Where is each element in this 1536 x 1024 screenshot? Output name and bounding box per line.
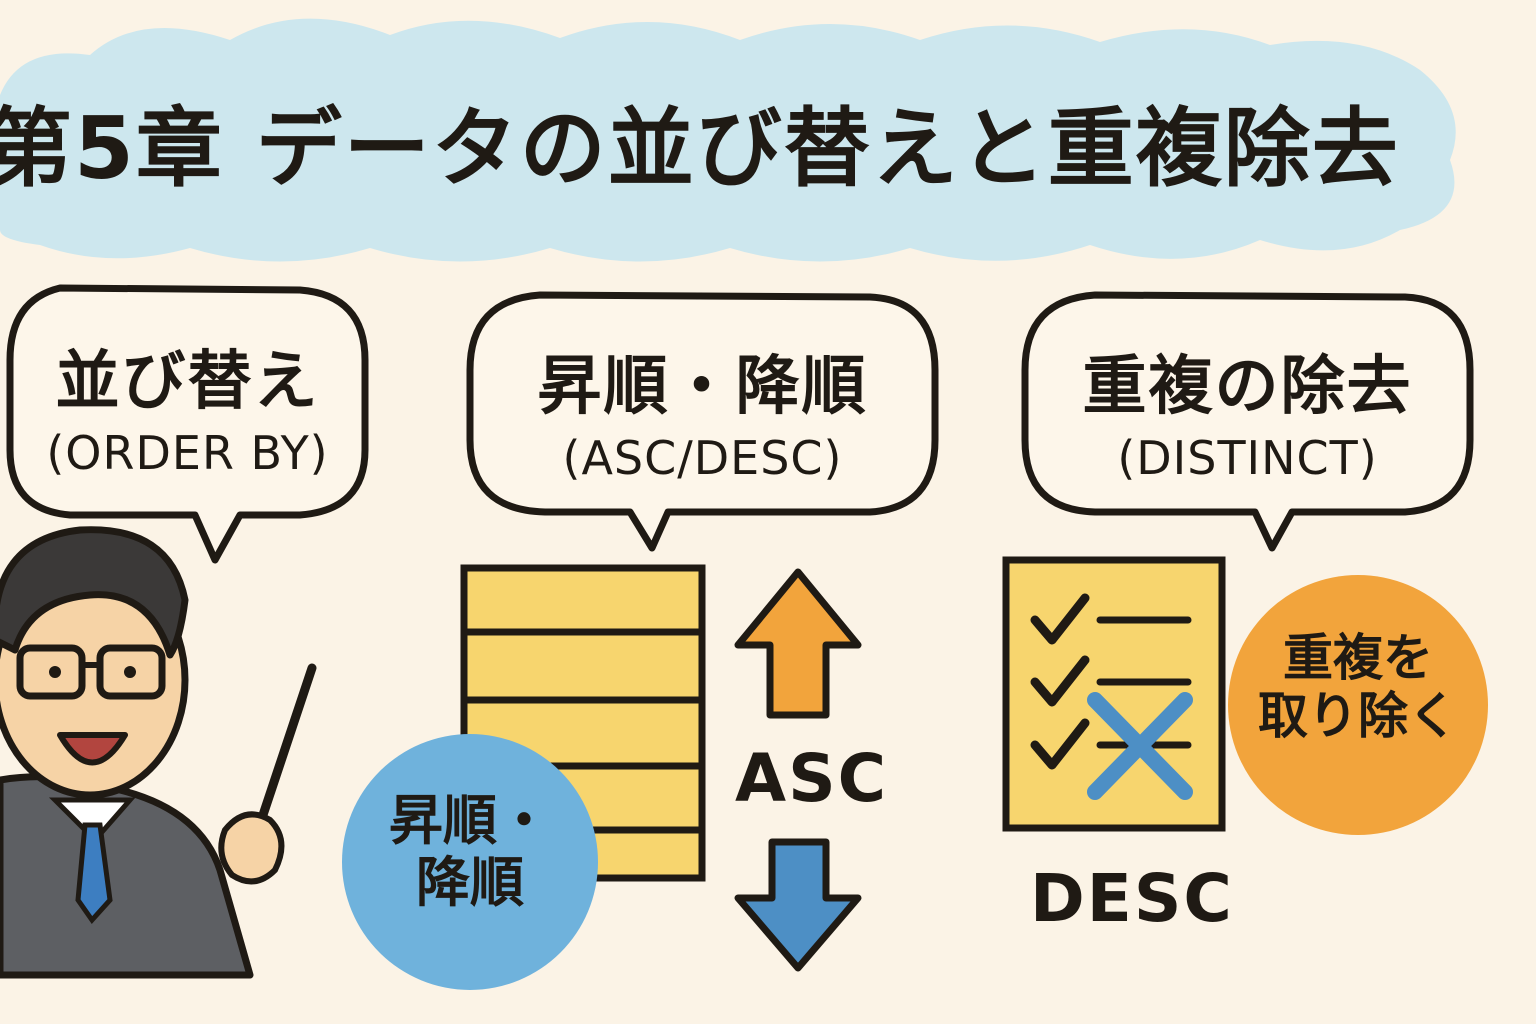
pointer-stick: [253, 663, 317, 835]
illustration-layer: [0, 284, 1488, 990]
down-arrow-icon: [734, 838, 862, 972]
desc-label: DESC: [1030, 860, 1234, 937]
bubble-distinct-title: 重複の除去: [1082, 350, 1413, 424]
bubble-order-by-sub: (ORDER BY): [46, 426, 329, 480]
bubble-asc-desc: 昇順・降順 (ASC/DESC): [470, 335, 935, 485]
bubble-asc-desc-title: 昇順・降順: [537, 350, 868, 424]
asc-label: ASC: [735, 740, 889, 817]
asc-desc-circle-line1: 昇順・: [389, 789, 551, 852]
remove-duplicates-line2: 取り除く: [1258, 686, 1458, 745]
bubble-distinct-sub: (DISTINCT): [1117, 431, 1378, 485]
remove-duplicates-circle-text: 重複を 取り除く: [1238, 629, 1478, 745]
bubble-asc-desc-sub: (ASC/DESC): [562, 431, 843, 485]
asc-desc-circle-line2: 降順: [416, 851, 524, 915]
bubble-distinct: 重複の除去 (DISTINCT): [1025, 335, 1470, 485]
bubble-order-by: 並び替え (ORDER BY): [10, 330, 365, 480]
checklist-icon: [1002, 556, 1226, 832]
up-arrow-icon: [734, 568, 862, 719]
bubble-order-by-title: 並び替え: [55, 345, 320, 419]
remove-duplicates-line1: 重複を: [1283, 629, 1433, 687]
teacher-illustration: [0, 526, 317, 979]
asc-desc-circle-text: 昇順・ 降順: [350, 789, 590, 915]
